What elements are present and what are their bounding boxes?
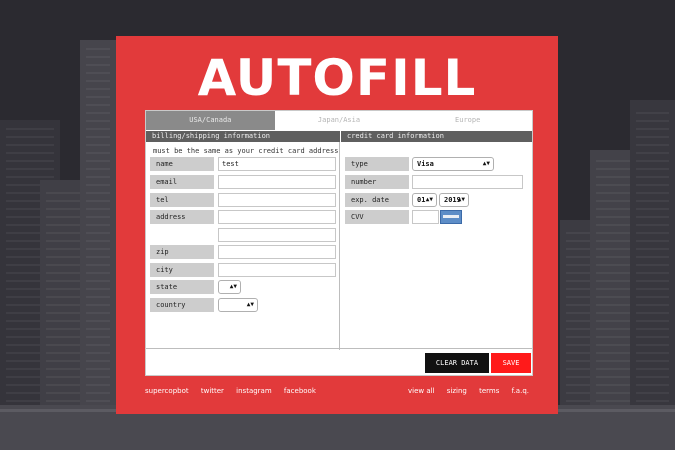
link-facebook[interactable]: facebook xyxy=(284,387,316,395)
exp-year-select[interactable]: 2019 ▲▼ xyxy=(439,193,469,207)
state-select[interactable]: ▲▼ xyxy=(218,280,241,294)
address2-row xyxy=(150,228,336,242)
type-label: type xyxy=(345,157,409,171)
section-headers: billing/shipping information credit card… xyxy=(146,131,532,142)
number-row: number xyxy=(345,175,531,189)
email-label: email xyxy=(150,175,214,189)
link-faq[interactable]: f.a.q. xyxy=(512,387,529,395)
card-header: credit card information xyxy=(341,131,532,142)
name-input[interactable]: test xyxy=(218,157,336,171)
card-type-select[interactable]: Visa ▲▼ xyxy=(412,157,494,171)
link-twitter[interactable]: twitter xyxy=(201,387,224,395)
cvv-label: CVV xyxy=(345,210,409,224)
select-arrows-icon: ▲▼ xyxy=(229,283,237,290)
link-supercopbot[interactable]: supercopbot xyxy=(145,387,189,395)
select-arrows-icon: ▲▼ xyxy=(457,196,465,203)
footer-right-links: view all sizing terms f.a.q. xyxy=(398,387,529,395)
billing-note: must be the same as your credit card add… xyxy=(153,147,339,155)
address-input[interactable] xyxy=(218,210,336,224)
link-view-all[interactable]: view all xyxy=(408,387,435,395)
type-row: type Visa ▲▼ xyxy=(345,157,531,171)
select-arrows-icon: ▲▼ xyxy=(482,160,490,167)
name-row: name test xyxy=(150,157,336,171)
autofill-logo: AUTOFILL xyxy=(197,49,477,107)
region-tabs: USA/Canada Japan/Asia Europe xyxy=(146,111,532,130)
column-divider xyxy=(339,142,340,350)
link-instagram[interactable]: instagram xyxy=(236,387,272,395)
exp-month-select[interactable]: 01 ▲▼ xyxy=(412,193,437,207)
card-type-value: Visa xyxy=(417,160,434,168)
country-row: country ▲▼ xyxy=(150,298,336,312)
name-label: name xyxy=(150,157,214,171)
tab-europe[interactable]: Europe xyxy=(403,111,532,130)
link-sizing[interactable]: sizing xyxy=(447,387,467,395)
tel-input[interactable] xyxy=(218,193,336,207)
footer-left-links: supercopbot twitter instagram facebook xyxy=(145,387,326,395)
select-arrows-icon: ▲▼ xyxy=(246,301,254,308)
state-row: state ▲▼ xyxy=(150,280,336,294)
address-row: address xyxy=(150,210,336,224)
autofill-panel: AUTOFILL USA/Canada Japan/Asia Europe bi… xyxy=(116,36,558,414)
cvv-input[interactable] xyxy=(412,210,439,224)
link-terms[interactable]: terms xyxy=(479,387,499,395)
billing-header: billing/shipping information xyxy=(146,131,340,142)
country-select[interactable]: ▲▼ xyxy=(218,298,258,312)
credit-card-icon xyxy=(440,210,462,224)
country-label: country xyxy=(150,298,214,312)
exp-row: exp. date 01 ▲▼ 2019 ▲▼ xyxy=(345,193,531,207)
address2-input[interactable] xyxy=(218,228,336,242)
address-label: address xyxy=(150,210,214,224)
clear-data-button[interactable]: CLEAR DATA xyxy=(425,353,489,373)
exp-date-label: exp. date xyxy=(345,193,409,207)
cvv-row: CVV xyxy=(345,210,531,224)
email-input[interactable] xyxy=(218,175,336,189)
city-row: city xyxy=(150,263,336,277)
zip-row: zip xyxy=(150,245,336,259)
tab-usa-canada[interactable]: USA/Canada xyxy=(146,111,275,130)
building xyxy=(80,40,116,450)
save-button[interactable]: SAVE xyxy=(491,353,531,373)
city-input[interactable] xyxy=(218,263,336,277)
email-row: email xyxy=(150,175,336,189)
tel-row: tel xyxy=(150,193,336,207)
form-columns: must be the same as your credit card add… xyxy=(146,142,532,350)
city-label: city xyxy=(150,263,214,277)
zip-input[interactable] xyxy=(218,245,336,259)
building xyxy=(630,100,675,450)
zip-label: zip xyxy=(150,245,214,259)
action-bar: CLEAR DATA SAVE xyxy=(146,348,532,375)
tab-japan-asia[interactable]: Japan/Asia xyxy=(275,111,404,130)
autofill-form: USA/Canada Japan/Asia Europe billing/shi… xyxy=(145,110,533,376)
select-arrows-icon: ▲▼ xyxy=(425,196,433,203)
tel-label: tel xyxy=(150,193,214,207)
card-number-input[interactable] xyxy=(412,175,523,189)
exp-month-value: 01 xyxy=(417,196,426,204)
footer: supercopbot twitter instagram facebook v… xyxy=(145,387,529,397)
state-label: state xyxy=(150,280,214,294)
number-label: number xyxy=(345,175,409,189)
